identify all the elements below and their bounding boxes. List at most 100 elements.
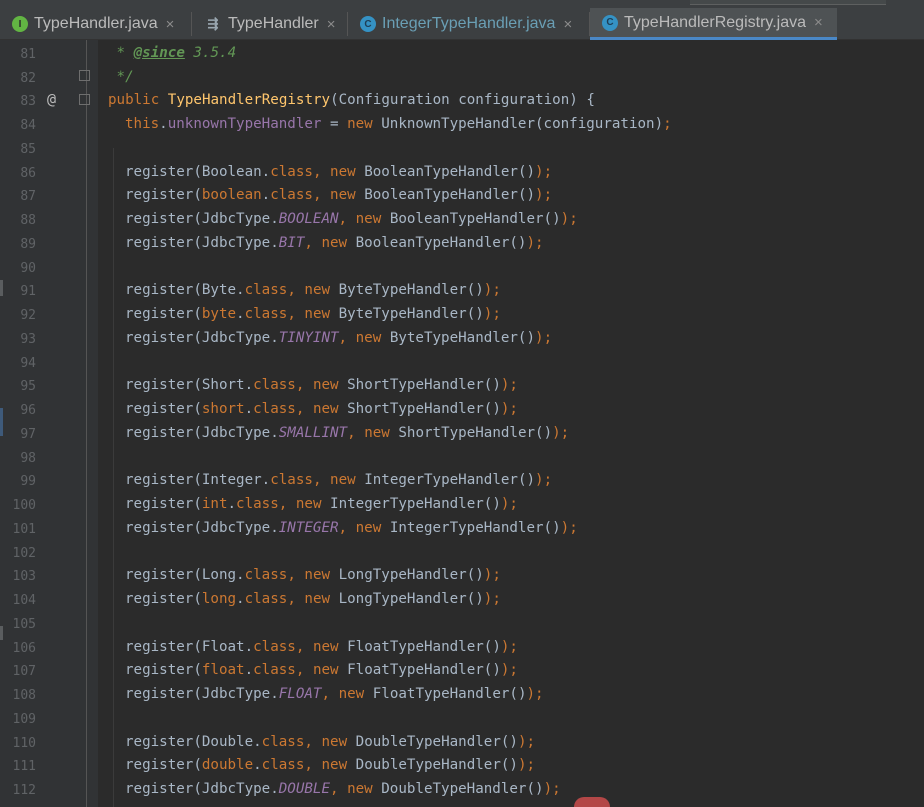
close-icon[interactable]: × (327, 16, 336, 33)
annotation-marker[interactable]: @ (47, 90, 56, 108)
line-number: 85 (20, 142, 36, 157)
code-line[interactable]: register(long.class, new LongTypeHandler… (125, 591, 501, 607)
code-end: ); (500, 496, 518, 512)
code-end: ); (535, 187, 553, 203)
code-text: register(Float. (125, 639, 254, 655)
code-end: ); (517, 734, 536, 750)
code-end: ); (483, 567, 501, 583)
type-hierarchy-icon: ⇶ (207, 16, 219, 31)
comma: , (287, 282, 305, 298)
doc-comment: * (108, 45, 134, 61)
line-number: 86 (20, 166, 36, 181)
comma: , (295, 639, 313, 655)
code-line[interactable]: register(int.class, new IntegerTypeHandl… (125, 496, 518, 512)
tab-typehandlerregistry-java[interactable]: C TypeHandlerRegistry.java × (590, 8, 837, 40)
code-line[interactable]: register(Float.class, new FloatTypeHandl… (125, 639, 518, 655)
code-line[interactable]: register(Double.class, new DoubleTypeHan… (125, 734, 535, 750)
code-text: register(Integer. (125, 472, 271, 488)
keyword: class (244, 306, 288, 322)
line-number: 96 (20, 403, 36, 418)
line-number: 103 (12, 569, 36, 584)
fold-icon[interactable] (79, 70, 90, 81)
tab-typehandler-java[interactable]: I TypeHandler.java × (0, 8, 192, 40)
code-text: ByteTypeHandler() (389, 330, 536, 346)
line-number: 109 (12, 712, 36, 727)
code-editor[interactable]: @ 81 82 83 84 85 86 87 88 89 90 91 92 93… (0, 40, 924, 807)
comma: , (312, 164, 331, 180)
code-line[interactable]: register(JdbcType.FLOAT, new FloatTypeHa… (125, 686, 544, 702)
line-number: 101 (12, 522, 36, 537)
code-line[interactable]: register(JdbcType.BIT, new BooleanTypeHa… (125, 235, 544, 251)
line-number: 95 (20, 379, 36, 394)
enum-constant: TINYINT (278, 330, 339, 346)
line-number: 104 (12, 593, 36, 608)
code-line[interactable]: register(short.class, new ShortTypeHandl… (125, 401, 518, 417)
close-icon[interactable]: × (166, 16, 175, 33)
code-line[interactable]: public TypeHandlerRegistry(Configuration… (108, 92, 595, 108)
tab-integertypehandler-java[interactable]: C IntegerTypeHandler.java × (348, 8, 590, 40)
keyword: class (253, 639, 296, 655)
code-line[interactable]: register(JdbcType.SMALLINT, new ShortTyp… (125, 425, 569, 441)
line-number: 97 (20, 427, 36, 442)
keyword: boolean (201, 187, 262, 203)
code-line[interactable]: register(byte.class, new ByteTypeHandler… (125, 306, 501, 322)
comma: , (304, 235, 322, 251)
line-number: 90 (20, 261, 36, 276)
code-line[interactable]: register(Byte.class, new ByteTypeHandler… (125, 282, 501, 298)
code-text: register( (125, 662, 202, 678)
comma: , (321, 686, 339, 702)
floating-widget[interactable] (574, 797, 610, 807)
code-line[interactable]: register(JdbcType.DOUBLE, new DoubleType… (125, 781, 561, 797)
code-line[interactable]: register(Integer.class, new IntegerTypeH… (125, 472, 552, 488)
keyword: this (125, 116, 160, 132)
code-line[interactable]: * @since 3.5.4 (108, 45, 237, 61)
change-marker (0, 408, 3, 436)
code-text: register(JdbcType. (125, 211, 279, 227)
keyword: class (253, 377, 296, 393)
code-text: register(Short. (125, 377, 254, 393)
code-text: . (236, 306, 245, 322)
code-line[interactable]: register(JdbcType.INTEGER, new IntegerTy… (125, 520, 578, 536)
enum-constant: INTEGER (278, 520, 339, 536)
code-line[interactable]: */ (108, 69, 134, 85)
tab-label: TypeHandler (228, 15, 319, 32)
line-number: 84 (20, 118, 36, 133)
code-text: IntegerTypeHandler() (330, 496, 501, 512)
code-line[interactable]: register(double.class, new DoubleTypeHan… (125, 757, 535, 773)
keyword: new (347, 116, 382, 132)
code-line[interactable]: register(Long.class, new LongTypeHandler… (125, 567, 501, 583)
keyword: new (321, 757, 356, 773)
keyword: double (201, 757, 254, 773)
close-icon[interactable]: × (563, 16, 572, 33)
line-number: 93 (20, 332, 36, 347)
code-text: . (236, 591, 245, 607)
line-number: 94 (20, 356, 36, 371)
top-strip (690, 0, 886, 5)
code-text: DoubleTypeHandler() (355, 757, 518, 773)
code-text: register( (125, 306, 202, 322)
keyword: new (364, 425, 399, 441)
code-end: ); (526, 235, 544, 251)
javadoc-tag: @since (133, 45, 185, 61)
code-line[interactable]: register(Boolean.class, new BooleanTypeH… (125, 164, 552, 180)
tab-typehandler-hierarchy[interactable]: ⇶ TypeHandler × (192, 8, 348, 40)
code-text: register(Double. (125, 734, 262, 750)
code-line[interactable]: register(JdbcType.TINYINT, new ByteTypeH… (125, 330, 552, 346)
code-line[interactable]: register(float.class, new FloatTypeHandl… (125, 662, 518, 678)
comma: , (338, 330, 356, 346)
enum-constant: BOOLEAN (278, 211, 339, 227)
line-number: 99 (20, 474, 36, 489)
semicolon: ; (663, 116, 672, 132)
code-text: register(JdbcType. (125, 686, 279, 702)
code-line[interactable]: this.unknownTypeHandler = new UnknownTyp… (125, 116, 672, 132)
code-line[interactable]: register(boolean.class, new BooleanTypeH… (125, 187, 552, 203)
code-line[interactable]: register(JdbcType.BOOLEAN, new BooleanTy… (125, 211, 578, 227)
line-number: 108 (12, 688, 36, 703)
code-text: FloatTypeHandler() (372, 686, 527, 702)
field: unknownTypeHandler (167, 116, 322, 132)
code-text: ByteTypeHandler() (338, 282, 484, 298)
fold-icon[interactable] (79, 94, 90, 105)
close-icon[interactable]: × (814, 14, 823, 31)
code-line[interactable]: register(Short.class, new ShortTypeHandl… (125, 377, 518, 393)
line-number: 89 (20, 237, 36, 252)
